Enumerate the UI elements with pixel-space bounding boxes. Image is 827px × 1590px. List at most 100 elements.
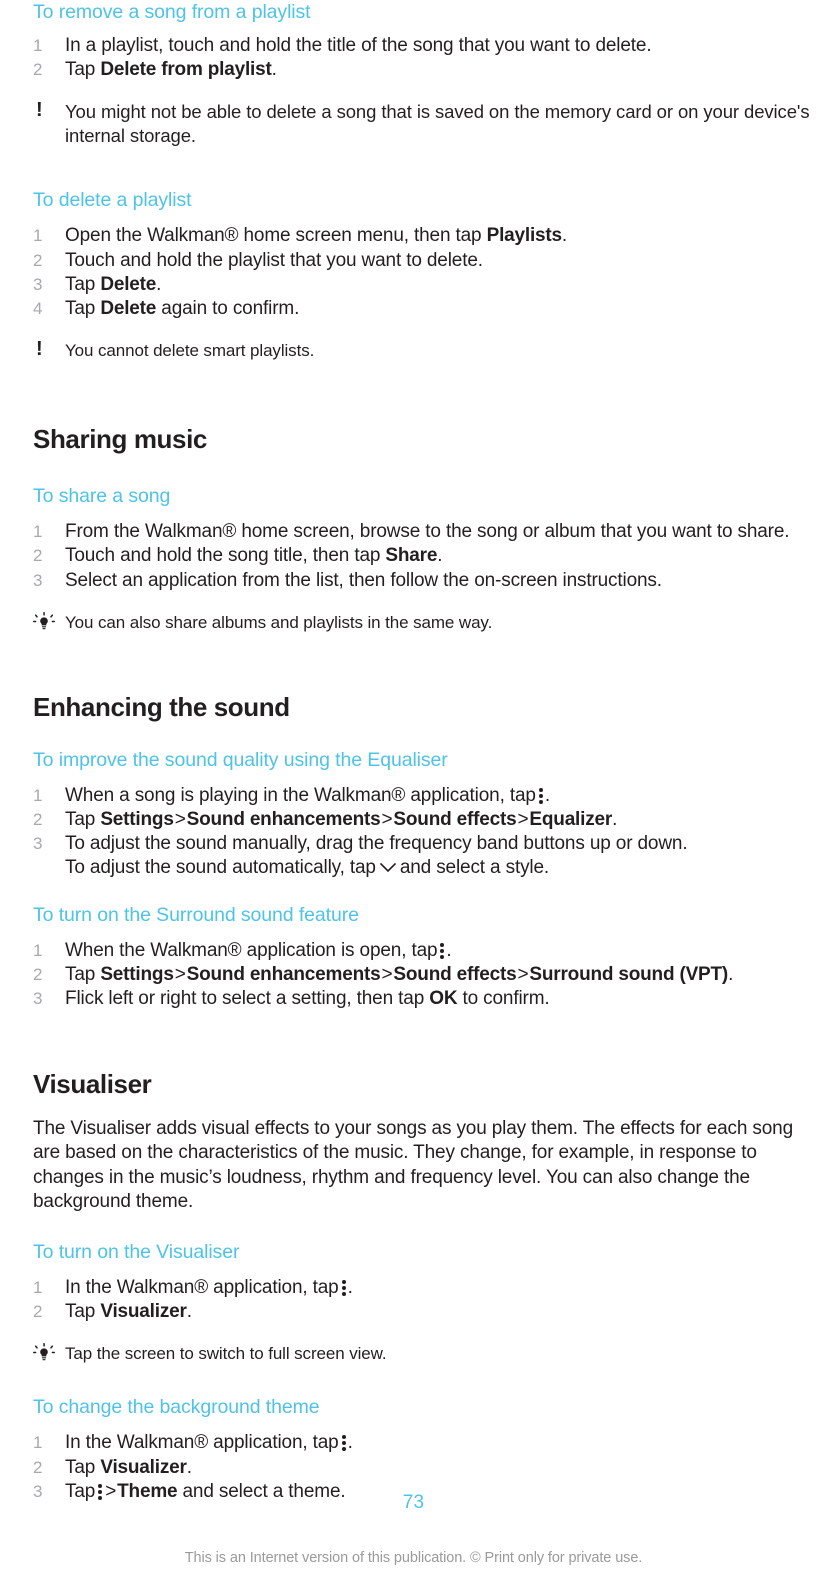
note-text: You might not be able to delete a song t… [65, 101, 810, 147]
step-text-tail: . [186, 1456, 192, 1478]
list-item: 1 When the Walkman® application is open,… [33, 939, 819, 963]
tip-callout-visualiser: Tap the screen to switch to full screen … [33, 1342, 819, 1365]
step-text: Tap [65, 963, 101, 985]
step-text: Open the Walkman® home screen menu, then… [65, 225, 487, 247]
ui-label: Settings [100, 963, 174, 985]
step-text: Select an application from the list, the… [65, 569, 662, 591]
breadcrumb-separator: > [517, 963, 529, 985]
steps-turn-on-visualiser: 1 In the Walkman® application, tap. 2 Ta… [33, 1276, 819, 1324]
step-number: 2 [33, 964, 43, 984]
step-text: Tap [65, 1301, 101, 1323]
tip-callout-share: You can also share albums and playlists … [33, 611, 819, 634]
note-callout-remove-song: ! You might not be able to delete a song… [33, 100, 819, 148]
step-number: 1 [33, 785, 43, 805]
section-heading-turn-on-visualiser: To turn on the Visualiser [33, 1241, 240, 1264]
list-item: 2 Tap Visualizer. [33, 1456, 819, 1480]
step-number: 3 [33, 570, 43, 590]
step-text-tail: . [446, 939, 452, 961]
list-item: 2 Tap Settings>Sound enhancements>Sound … [33, 808, 819, 832]
step-text: In a playlist, touch and hold the title … [65, 35, 652, 56]
step-number: 1 [33, 1278, 43, 1298]
step-number: 1 [33, 1433, 43, 1453]
step-number: 1 [33, 522, 43, 542]
step-text-tail: . [437, 545, 443, 567]
step-text-tail: . [561, 225, 568, 247]
page-title-enhancing-sound: Enhancing the sound [33, 691, 290, 722]
step-number: 4 [33, 299, 43, 319]
breadcrumb-separator: > [381, 963, 393, 985]
ui-label: Delete from playlist [100, 59, 272, 81]
section-heading-share-song: To share a song [33, 485, 171, 508]
visualiser-intro-paragraph: The Visualiser adds visual effects to yo… [33, 1118, 794, 1212]
kebab-menu-icon [341, 1434, 347, 1452]
chevron-down-icon [378, 860, 398, 874]
step-text-tail: . [347, 1432, 353, 1454]
kebab-menu-icon [440, 942, 445, 959]
step-text-tail: . [347, 1277, 353, 1299]
step-text: Flick left or right to select a setting,… [65, 988, 430, 1010]
breadcrumb-separator: > [174, 809, 186, 831]
warning-icon: ! [36, 99, 43, 122]
step-number: 2 [33, 250, 43, 270]
list-item: 4 Tap Delete again to confirm. [33, 297, 819, 321]
step-number: 2 [33, 546, 43, 566]
step-text-line2: To adjust the sound automatically, tap [65, 857, 376, 879]
step-text-tail: . [544, 784, 550, 806]
step-text: When the Walkman® application is open, t… [65, 939, 438, 961]
ui-label: Surround sound (VPT) [529, 963, 729, 985]
list-item: 1 When a song is playing in the Walkman®… [33, 784, 819, 808]
list-item: 3 To adjust the sound manually, drag the… [33, 832, 819, 880]
list-item: 1 From the Walkman® home screen, browse … [33, 520, 819, 544]
step-text: Tap [65, 1456, 101, 1478]
manual-page: To remove a song from a playlist 1 In a … [0, 0, 827, 1590]
list-item: 3 Flick left or right to select a settin… [33, 987, 819, 1011]
list-item: 1 In the Walkman® application, tap. [33, 1431, 819, 1455]
kebab-menu-icon [341, 1279, 347, 1297]
section-heading-change-theme: To change the background theme [33, 1396, 320, 1419]
page-number: 73 [402, 1492, 425, 1513]
lightbulb-icon [33, 611, 57, 634]
step-number: 1 [33, 226, 43, 246]
lightbulb-icon [33, 1342, 57, 1365]
list-item: 2 Touch and hold the song title, then ta… [33, 544, 819, 568]
step-text: When a song is playing in the Walkman® a… [65, 784, 536, 806]
section-heading-surround: To turn on the Surround sound feature [33, 903, 359, 926]
step-text: Tap [65, 809, 101, 831]
ui-label: Sound effects [393, 809, 517, 831]
step-text: In the Walkman® application, tap [65, 1277, 339, 1299]
steps-equaliser: 1 When a song is playing in the Walkman®… [33, 784, 819, 881]
step-number: 2 [33, 1457, 43, 1477]
step-text-tail: again to confirm. [156, 298, 300, 320]
ui-label: Settings [100, 809, 174, 831]
step-text: To adjust the sound manually, drag the f… [65, 833, 688, 855]
section-heading-remove-song: To remove a song from a playlist [33, 1, 311, 23]
ui-label: Share [385, 545, 438, 567]
step-text-line2-tail: and select a style. [399, 857, 550, 879]
step-number: 1 [33, 940, 43, 960]
steps-delete-playlist: 1 Open the Walkman® home screen menu, th… [33, 224, 819, 321]
list-item: 2 Tap Settings>Sound enhancements>Sound … [33, 963, 819, 987]
breadcrumb-separator: > [517, 809, 529, 831]
step-text: Touch and hold the song title, then tap [65, 545, 386, 567]
step-number: 2 [33, 1302, 43, 1322]
step-text-tail: . [186, 1301, 192, 1323]
step-number: 3 [33, 274, 43, 294]
warning-icon: ! [36, 338, 43, 361]
ui-label: Delete [100, 273, 157, 295]
step-number: 2 [33, 810, 43, 830]
